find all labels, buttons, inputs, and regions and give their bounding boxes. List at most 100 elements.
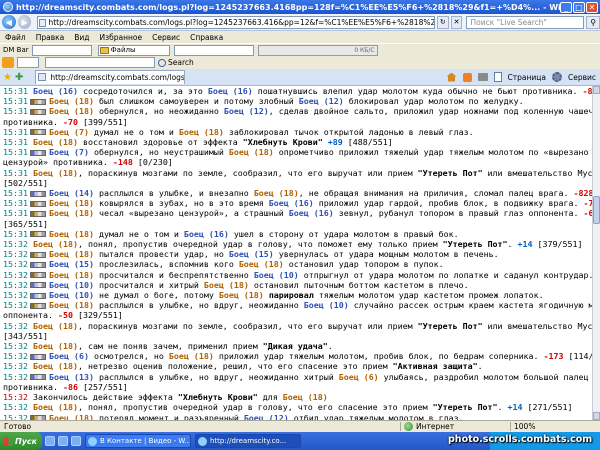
- log-text: улыбаясь, раздробил молотом большой пале…: [378, 371, 589, 382]
- damage-value: -50: [57, 310, 73, 321]
- log-text: противника.: [3, 381, 63, 392]
- scroll-up-arrow[interactable]: [593, 86, 600, 94]
- fighter-name[interactable]: Боец (7): [49, 127, 89, 137]
- fighter-name[interactable]: Боец (18): [33, 239, 78, 249]
- log-text: , понял, пропустив очередной удар в голо…: [77, 239, 443, 250]
- fighter-name[interactable]: Боец (10): [254, 270, 299, 280]
- fighter-name[interactable]: Боец (16): [184, 229, 229, 239]
- scroll-down-arrow[interactable]: [593, 412, 600, 420]
- files-dropdown[interactable]: Файлы: [97, 44, 170, 56]
- log-text: [488/551]: [342, 137, 393, 148]
- menu-view[interactable]: Вид: [69, 33, 94, 42]
- fighter-name[interactable]: Боец (16): [33, 86, 78, 96]
- log-line: 15:32 Боец (18), пораскинув мозгами по з…: [3, 321, 592, 331]
- fighter-name[interactable]: Боец (18): [229, 147, 274, 157]
- minimize-button[interactable]: _: [560, 1, 572, 13]
- dm-toolbar: DM Bar Файлы 0 КБ/С: [0, 43, 600, 56]
- fighter-name[interactable]: Боец (14): [49, 188, 94, 198]
- fighter-name[interactable]: Боец (18): [49, 300, 94, 310]
- vertical-scrollbar[interactable]: [592, 86, 600, 420]
- fighter-name[interactable]: Боец (12): [224, 106, 269, 116]
- fighter-name[interactable]: Боец (13): [49, 372, 94, 382]
- menu-favorites[interactable]: Избранное: [95, 33, 148, 42]
- log-text: цензурой» противника.: [3, 157, 113, 168]
- fighter-name[interactable]: Боец (18): [33, 137, 78, 147]
- dm-input[interactable]: [31, 44, 92, 56]
- taskbar-item-vkontakte[interactable]: В Контакте | Видео - W...: [85, 434, 191, 448]
- fighter-name[interactable]: Боец (18): [239, 259, 284, 269]
- service-menu[interactable]: Сервис: [568, 73, 596, 82]
- menu-edit[interactable]: Правка: [31, 33, 70, 42]
- battle-log: 15:31 Боец (16) сосредоточился и, за это…: [0, 86, 592, 420]
- fighter-name[interactable]: Боец (18): [219, 290, 264, 300]
- log-text: , нетрезво оценив положение, решил, что …: [77, 361, 393, 372]
- menu-help[interactable]: Справка: [185, 33, 228, 42]
- fighter-name[interactable]: Боец (16): [208, 86, 253, 96]
- home-icon[interactable]: [446, 72, 457, 82]
- print-icon[interactable]: [477, 73, 488, 81]
- fighter-name[interactable]: Боец (10): [49, 290, 94, 300]
- fighter-name[interactable]: Боец (18): [49, 249, 94, 259]
- menu-file[interactable]: Файл: [0, 33, 31, 42]
- toolbar-search-input[interactable]: [45, 57, 155, 68]
- fighter-name[interactable]: Боец (18): [33, 321, 78, 331]
- page-menu[interactable]: Страница: [508, 73, 546, 82]
- status-bar: Готово Интернет 100%: [0, 420, 600, 432]
- fighter-name[interactable]: Боец (18): [49, 229, 94, 239]
- fighter-name[interactable]: Боец (12): [299, 96, 344, 106]
- fighter-name[interactable]: Боец (15): [49, 259, 94, 269]
- refresh-icon[interactable]: ↻: [436, 15, 449, 29]
- search-icon[interactable]: ⚲: [586, 15, 600, 29]
- heal-value: +14: [507, 402, 523, 413]
- fighter-name[interactable]: Боец (12): [244, 413, 289, 421]
- zone-indicator-icon: [29, 149, 46, 156]
- feeds-icon[interactable]: [462, 72, 472, 82]
- quicklaunch-ie-icon[interactable]: [58, 436, 68, 446]
- toolbar-search-button[interactable]: Search: [158, 58, 194, 67]
- fighter-name[interactable]: Боец (18): [49, 106, 94, 116]
- fighter-name[interactable]: Боец (18): [254, 188, 299, 198]
- fighter-name[interactable]: Боец (18): [33, 361, 78, 371]
- quicklaunch-media-icon[interactable]: [71, 436, 81, 446]
- search-input[interactable]: Поиск "Live Search": [466, 15, 585, 29]
- log-text: сосредоточился и, за это: [77, 86, 208, 96]
- fighter-name[interactable]: Боец (10): [304, 300, 349, 310]
- log-timestamp: 15:31: [3, 106, 28, 117]
- maximize-button[interactable]: □: [573, 1, 585, 13]
- scroll-thumb[interactable]: [593, 196, 600, 224]
- fighter-name[interactable]: Боец (18): [49, 413, 94, 421]
- fighter-name[interactable]: Боец (18): [49, 270, 94, 280]
- fighter-name[interactable]: Боец (18): [204, 280, 249, 290]
- fighter-name[interactable]: Боец (10): [49, 280, 94, 290]
- stop-icon[interactable]: ✕: [450, 15, 463, 29]
- fighter-name[interactable]: Боец (16): [269, 198, 314, 208]
- start-button[interactable]: Пуск: [0, 432, 42, 450]
- fighter-name[interactable]: Боец (7): [49, 147, 89, 157]
- fighter-name[interactable]: Боец (18): [33, 168, 78, 178]
- add-favorite-icon[interactable]: ✚: [15, 72, 23, 83]
- taskbar-item-dreamscity[interactable]: http://dreamscity.co...: [195, 434, 301, 448]
- forward-button[interactable]: ▶: [17, 15, 32, 29]
- favorites-star-icon[interactable]: ★: [3, 72, 12, 83]
- fighter-name[interactable]: Боец (18): [33, 402, 78, 412]
- quicklaunch-desktop-icon[interactable]: [45, 436, 55, 446]
- fighter-name[interactable]: Боец (16): [289, 208, 334, 218]
- zoom-level[interactable]: 100%: [510, 422, 535, 431]
- fighter-name[interactable]: Боец (18): [49, 198, 94, 208]
- fighter-name[interactable]: Боец (18): [169, 351, 214, 361]
- close-button[interactable]: ✕: [586, 1, 598, 13]
- fighter-name[interactable]: Боец (18): [49, 208, 94, 218]
- fighter-name[interactable]: Боец (18): [179, 127, 224, 137]
- files-input[interactable]: [173, 44, 254, 56]
- fighter-name[interactable]: Боец (15): [229, 249, 274, 259]
- tab-current[interactable]: http://dreamscity.combats.com/logs.pl?lo…: [35, 70, 186, 84]
- back-button[interactable]: ◀: [2, 15, 16, 29]
- address-input[interactable]: http://dreamscity.combats.com/logs.pl?lo…: [37, 15, 435, 29]
- menu-tools[interactable]: Сервис: [147, 33, 185, 42]
- fighter-name[interactable]: Боец (18): [33, 341, 78, 351]
- fighter-name[interactable]: Боец (6): [339, 372, 379, 382]
- fighter-name[interactable]: Боец (6): [49, 351, 89, 361]
- toolbar-small-input[interactable]: [17, 57, 39, 68]
- fighter-name[interactable]: Боец (18): [283, 392, 328, 402]
- fighter-name[interactable]: Боец (18): [49, 96, 94, 106]
